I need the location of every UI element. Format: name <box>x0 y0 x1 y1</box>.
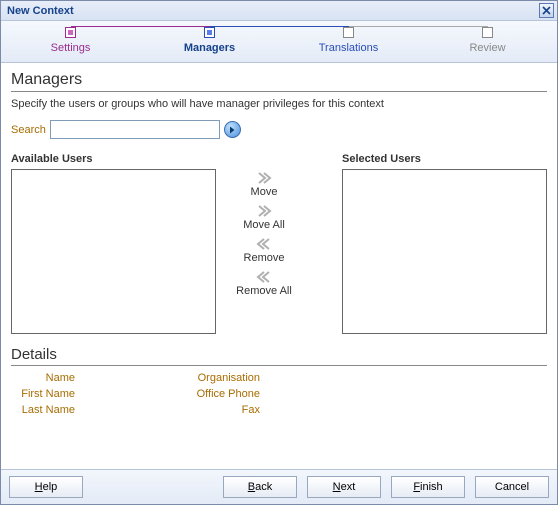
field-value-office-phone <box>266 388 336 400</box>
details-title: Details <box>11 346 547 363</box>
step-review: Review <box>418 27 557 54</box>
remove-all-button[interactable]: Remove All <box>236 270 292 297</box>
field-value-name <box>81 372 151 384</box>
field-label-office-phone: Office Phone <box>151 388 266 400</box>
wizard-steps: Settings Managers Translations Review <box>1 21 557 63</box>
step-settings[interactable]: Settings <box>1 27 140 54</box>
step-translations[interactable]: Translations <box>279 27 418 54</box>
step-box-icon <box>65 27 76 38</box>
field-value-last-name <box>81 404 151 416</box>
page-description: Specify the users or groups who will hav… <box>11 98 547 110</box>
step-label: Translations <box>279 42 418 54</box>
selected-users-label: Selected Users <box>342 153 547 165</box>
selected-users-list[interactable] <box>342 169 547 334</box>
field-label-organisation: Organisation <box>151 372 266 384</box>
field-value-first-name <box>81 388 151 400</box>
dialog-window: New Context Settings Managers Translatio… <box>0 0 558 505</box>
available-column: Available Users <box>11 153 216 334</box>
field-label-first-name: First Name <box>11 388 81 400</box>
step-label: Managers <box>140 42 279 54</box>
help-button[interactable]: Help <box>9 476 83 498</box>
field-label-fax: Fax <box>151 404 266 416</box>
chevron-right-icon <box>256 171 272 185</box>
step-managers[interactable]: Managers <box>140 27 279 54</box>
step-box-icon <box>343 27 354 38</box>
available-users-label: Available Users <box>11 153 216 165</box>
details-grid: Name Organisation First Name Office Phon… <box>11 372 547 416</box>
finish-button[interactable]: Finish <box>391 476 465 498</box>
cancel-button[interactable]: Cancel <box>475 476 549 498</box>
dual-list: Available Users Move Move All Remove <box>11 153 547 334</box>
move-button[interactable]: Move <box>251 171 278 198</box>
step-box-icon <box>204 27 215 38</box>
action-label: Move All <box>243 219 285 231</box>
step-box-icon <box>482 27 493 38</box>
button-bar: Help Back Next Finish Cancel <box>1 469 557 504</box>
titlebar: New Context <box>1 1 557 21</box>
chevron-left-icon <box>256 237 272 251</box>
search-row: Search <box>11 120 547 139</box>
page-title: Managers <box>11 71 547 89</box>
search-label: Search <box>11 124 46 136</box>
transfer-actions: Move Move All Remove Remove All <box>216 153 312 303</box>
step-connector <box>349 26 488 27</box>
step-connector <box>71 26 210 27</box>
double-chevron-left-icon <box>256 270 272 284</box>
step-label: Settings <box>1 42 140 54</box>
window-title: New Context <box>7 5 74 17</box>
play-icon <box>228 126 236 134</box>
field-value-organisation <box>266 372 336 384</box>
close-icon <box>542 6 551 15</box>
divider <box>11 365 547 366</box>
step-connector <box>210 26 349 27</box>
close-button[interactable] <box>539 3 554 18</box>
move-all-button[interactable]: Move All <box>243 204 285 231</box>
back-button[interactable]: Back <box>223 476 297 498</box>
search-input[interactable] <box>50 120 220 139</box>
field-label-name: Name <box>11 372 81 384</box>
action-label: Remove <box>244 252 285 264</box>
next-button[interactable]: Next <box>307 476 381 498</box>
field-value-fax <box>266 404 336 416</box>
selected-column: Selected Users <box>342 153 547 334</box>
action-label: Move <box>251 186 278 198</box>
search-button[interactable] <box>224 121 241 138</box>
divider <box>11 91 547 92</box>
available-users-list[interactable] <box>11 169 216 334</box>
remove-button[interactable]: Remove <box>244 237 285 264</box>
field-label-last-name: Last Name <box>11 404 81 416</box>
double-chevron-right-icon <box>256 204 272 218</box>
step-label: Review <box>418 42 557 54</box>
action-label: Remove All <box>236 285 292 297</box>
content-area: Managers Specify the users or groups who… <box>1 63 557 469</box>
